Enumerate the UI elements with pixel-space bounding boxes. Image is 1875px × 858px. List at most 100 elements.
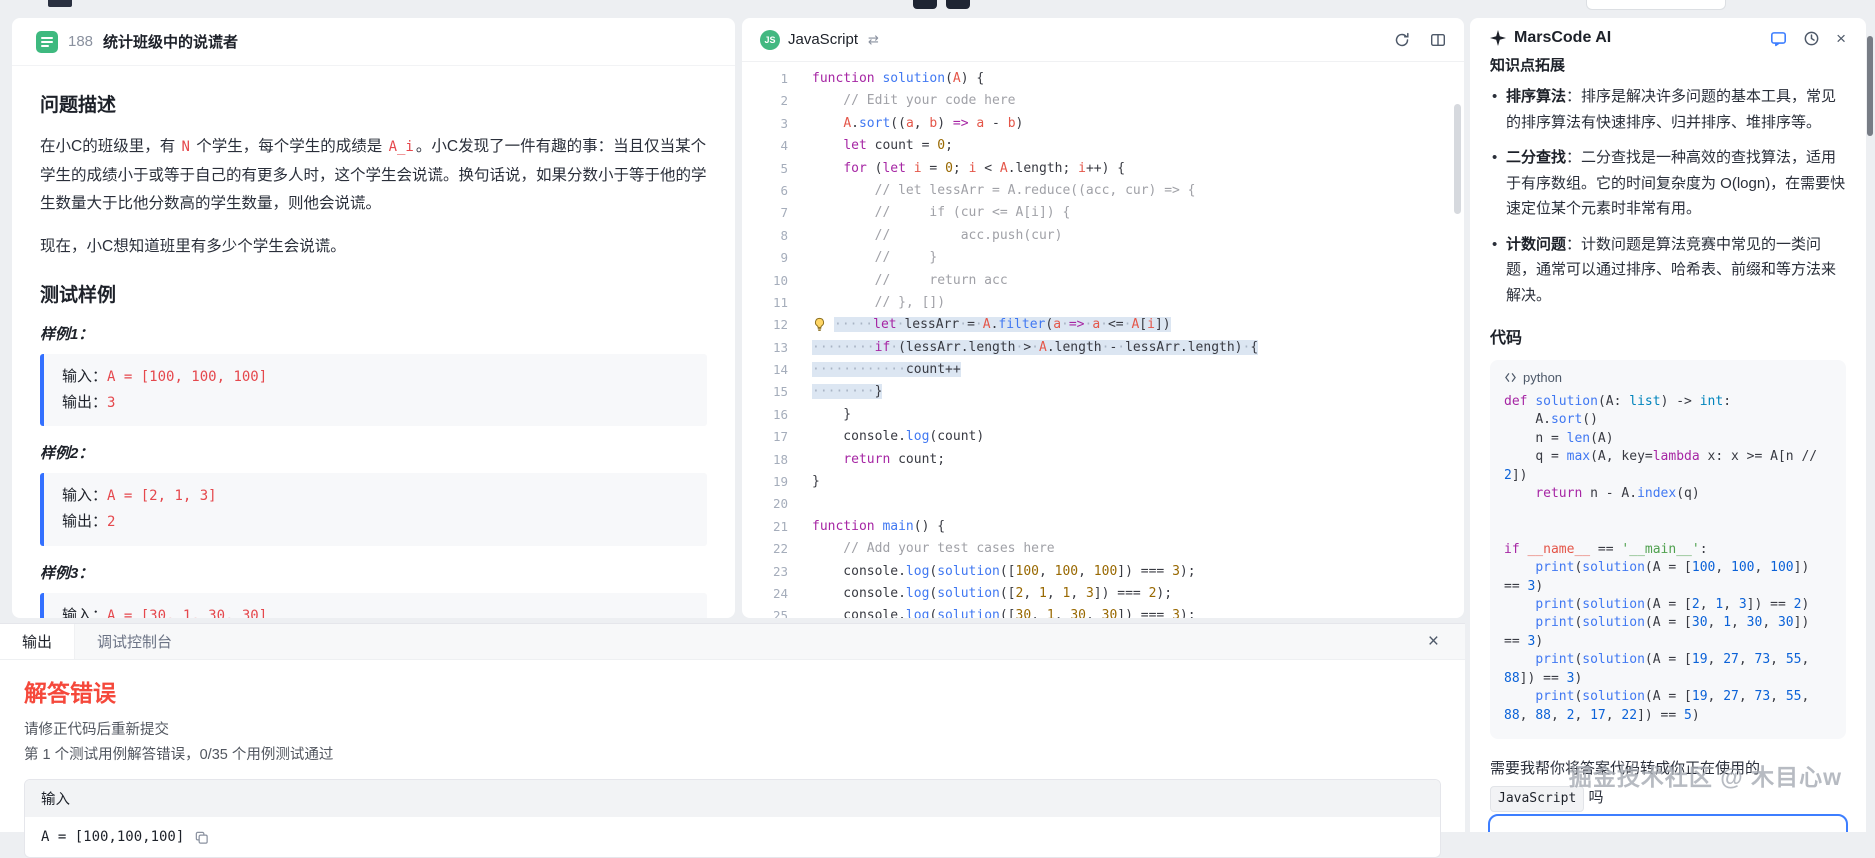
split-view-icon[interactable] xyxy=(1430,32,1446,48)
python-code-line: q = max(A, key=lambda x: x >= A[n // 2]) xyxy=(1504,448,1832,485)
code-line[interactable]: 4 let count = 0; xyxy=(742,135,1464,157)
line-number: 2 xyxy=(742,90,788,112)
switch-language-icon[interactable]: ⇄ xyxy=(868,32,879,48)
line-number: 25 xyxy=(742,605,788,618)
close-icon[interactable]: × xyxy=(1836,30,1846,47)
code-line[interactable]: 13········if·(lessArr.length·>·A.length·… xyxy=(742,337,1464,359)
code-line[interactable]: 10 // return acc xyxy=(742,270,1464,292)
python-code-line: print(solution(A = [30, 1, 30, 30]) == 3… xyxy=(1504,614,1832,651)
knowledge-bullet: •二分查找：二分查找是一种高效的查找算法，适用于有序数组。它的时间复杂度为 O(… xyxy=(1490,145,1846,222)
problem-panel: 188 统计班级中的说谎者 问题描述 在小C的班级里，有 N 个学生，每个学生的… xyxy=(12,18,735,618)
ai-section-heading: 知识点拓展 xyxy=(1490,58,1846,74)
copy-icon[interactable] xyxy=(194,830,209,845)
line-number: 5 xyxy=(742,158,788,180)
console-tab-output[interactable]: 输出 xyxy=(0,624,75,659)
python-code-line: print(solution(A = [100, 100, 100]) == 3… xyxy=(1504,559,1832,596)
error-title: 解答错误 xyxy=(24,674,1441,708)
history-icon[interactable] xyxy=(1803,30,1820,47)
code-line[interactable]: 5 for (let i = 0; i < A.length; i++) { xyxy=(742,158,1464,180)
problem-desc-p1: 在小C的班级里，有 N 个学生，每个学生的成绩是 A_i。小C发现了一件有趣的事… xyxy=(40,133,707,219)
ai-bullets: •排序算法：排序是解决许多问题的基本工具，常见的排序算法有快速排序、归并排序、堆… xyxy=(1490,84,1846,308)
python-code-line xyxy=(1504,504,1832,522)
code-line[interactable]: 20 xyxy=(742,493,1464,515)
code-line[interactable]: 21function main() { xyxy=(742,516,1464,538)
python-code-line: A.sort() xyxy=(1504,411,1832,429)
console-tab-debug-console[interactable]: 调试控制台 xyxy=(75,624,194,659)
line-number: 19 xyxy=(742,471,788,493)
python-code-line: n = len(A) xyxy=(1504,430,1832,448)
code-line[interactable]: 3 A.sort((a, b) => a - b) xyxy=(742,113,1464,135)
refresh-icon[interactable] xyxy=(1394,32,1410,48)
topbar-button[interactable] xyxy=(946,0,970,9)
desc-heading: 问题描述 xyxy=(40,90,707,117)
line-number: 1 xyxy=(742,68,788,90)
example-output: 输出：3 xyxy=(62,390,689,416)
line-number: 8 xyxy=(742,225,788,247)
line-number: 18 xyxy=(742,449,788,471)
testcase-input-box: 输入 A = [100,100,100] xyxy=(24,779,1441,858)
ai-section-heading-clip: 知识点拓展 xyxy=(1490,58,1846,74)
example-input: 输入：A = [100, 100, 100] xyxy=(62,364,689,390)
console-close-icon[interactable]: × xyxy=(1428,632,1439,651)
example-label: 样例2： xyxy=(40,442,707,463)
editor-panel: JS JavaScript ⇄ 1function solution(A) {2… xyxy=(742,18,1464,618)
code-line[interactable]: 1function solution(A) { xyxy=(742,68,1464,90)
chat-icon[interactable] xyxy=(1770,30,1787,47)
code-line[interactable]: 23 console.log(solution([100, 100, 100])… xyxy=(742,561,1464,583)
code-line[interactable]: 22 // Add your test cases here xyxy=(742,538,1464,560)
line-number: 23 xyxy=(742,561,788,583)
quick-fix-lightbulb-icon[interactable] xyxy=(812,317,834,332)
code-line[interactable]: 2 // Edit your code here xyxy=(742,90,1464,112)
line-number: 7 xyxy=(742,202,788,224)
ai-chat-input[interactable] xyxy=(1488,814,1848,832)
problem-id: 188 xyxy=(68,33,93,50)
line-number: 24 xyxy=(742,583,788,605)
console-tab-bar: 输出调试控制台 × xyxy=(0,624,1465,660)
editor-header: JS JavaScript ⇄ xyxy=(742,18,1464,62)
editor-scrollbar[interactable] xyxy=(1454,104,1461,214)
code-line[interactable]: 8 // acc.push(cur) xyxy=(742,225,1464,247)
ai-header: MarsCode AI × xyxy=(1470,18,1866,58)
problem-body: 问题描述 在小C的班级里，有 N 个学生，每个学生的成绩是 A_i。小C发现了一… xyxy=(12,66,735,618)
javascript-badge-icon: JS xyxy=(760,30,780,50)
code-line[interactable]: 25 console.log(solution([30, 1, 30, 30])… xyxy=(742,605,1464,618)
knowledge-bullet: •排序算法：排序是解决许多问题的基本工具，常见的排序算法有快速排序、归并排序、堆… xyxy=(1490,84,1846,135)
topbar-button[interactable] xyxy=(913,0,937,9)
error-hint-1: 请修正代码后重新提交 xyxy=(24,718,1441,743)
line-number: 17 xyxy=(742,426,788,448)
console-tabs: 输出调试控制台 xyxy=(0,624,194,659)
ai-body: 知识点拓展 •排序算法：排序是解决许多问题的基本工具，常见的排序算法有快速排序、… xyxy=(1470,58,1866,832)
code-line[interactable]: 12·····let·lessArr·=·A.filter(a·=>·a·<=·… xyxy=(742,314,1464,336)
text: 在小C的班级里，有 xyxy=(40,138,180,155)
code-line[interactable]: 19} xyxy=(742,471,1464,493)
editor-language-label: JavaScript xyxy=(788,31,858,48)
page-scrollbar[interactable] xyxy=(1867,36,1873,136)
testcase-input-heading: 输入 xyxy=(25,780,1440,817)
code-line[interactable]: 11 // }, []) xyxy=(742,292,1464,314)
inline-code: A_i xyxy=(387,139,416,155)
code-line[interactable]: 14············count++ xyxy=(742,359,1464,381)
code-line[interactable]: 16 } xyxy=(742,404,1464,426)
code-block-header: python xyxy=(1504,370,1832,385)
problem-list-icon xyxy=(36,31,58,53)
examples: 样例1： 输入：A = [100, 100, 100]输出：3 样例2： 输入：A =… xyxy=(40,323,707,618)
code-line[interactable]: 24 console.log(solution([2, 1, 1, 3]) ==… xyxy=(742,583,1464,605)
code-line[interactable]: 6 // let lessArr = A.reduce((acc, cur) =… xyxy=(742,180,1464,202)
inline-code: N xyxy=(180,139,192,155)
editor-lines[interactable]: 1function solution(A) {2 // Edit your co… xyxy=(742,62,1464,618)
code-line[interactable]: 7 // if (cur <= A[i]) { xyxy=(742,202,1464,224)
line-number: 22 xyxy=(742,538,788,560)
line-number: 20 xyxy=(742,493,788,515)
python-code-line: if __name__ == '__main__': xyxy=(1504,541,1832,559)
code-line[interactable]: 15········} xyxy=(742,381,1464,403)
code-line[interactable]: 18 return count; xyxy=(742,449,1464,471)
code-line[interactable]: 17 console.log(count) xyxy=(742,426,1464,448)
text: 个学生，每个学生的成绩是 xyxy=(192,138,387,155)
error-hint-2: 第 1 个测试用例解答错误，0/35 个用例测试通过 xyxy=(24,743,1441,768)
problem-desc-p2: 现在，小C想知道班里有多少个学生会说谎。 xyxy=(40,233,707,262)
example-input: 输入：A = [2, 1, 3] xyxy=(62,483,689,509)
console-panel: 输出调试控制台 × 解答错误 请修正代码后重新提交 第 1 个测试用例解答错误，… xyxy=(0,623,1465,832)
example-label: 样例1： xyxy=(40,323,707,344)
example-box: 输入：A = [100, 100, 100]输出：3 xyxy=(40,354,707,427)
code-line[interactable]: 9 // } xyxy=(742,247,1464,269)
